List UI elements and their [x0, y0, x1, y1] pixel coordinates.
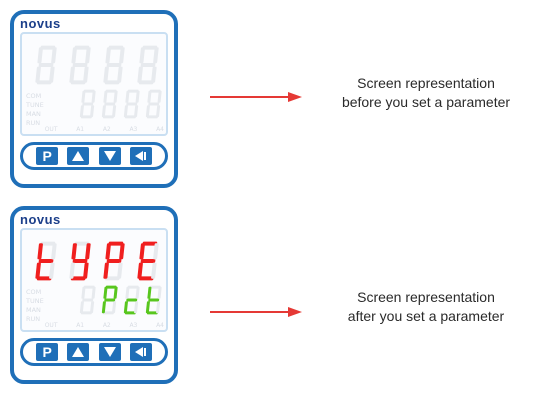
- caption-before: Screen representation before you set a p…: [322, 74, 530, 112]
- up-triangle-icon: [72, 151, 85, 161]
- seven-segment-digit: [145, 89, 162, 119]
- up-key-button[interactable]: [67, 343, 90, 361]
- indicator-a2: A2: [102, 126, 111, 133]
- caption-line-1: Screen representation: [357, 289, 495, 305]
- indicator-out: OUT: [44, 126, 58, 133]
- caption-after: Screen representation after you set a pa…: [322, 288, 530, 326]
- indicator-a1: A1: [76, 126, 85, 133]
- output-indicators: OUT A1 A2 A3 A4: [26, 126, 164, 133]
- seven-segment-digit: [69, 241, 91, 281]
- seven-segment-digit: [137, 45, 159, 85]
- display-screen: COM TUNE MAN RUN OUT A1 A2 A3 A4: [20, 32, 168, 136]
- down-key-button[interactable]: [98, 147, 121, 165]
- keypad: P: [20, 142, 168, 170]
- seven-segment-digit: [123, 89, 140, 119]
- brand-logo: novus: [20, 16, 61, 31]
- display-screen: COM TUNE MAN RUN OUT A1 A2 A3 A4: [20, 228, 168, 332]
- controller-panel-before: novus COM TUNE MAN RUN OUT A1 A2 A3 A4 P: [10, 10, 178, 188]
- seven-segment-digit: [35, 45, 57, 85]
- p-key-button[interactable]: P: [36, 343, 59, 361]
- indicator-a3: A3: [129, 322, 138, 329]
- seven-segment-digit: [123, 285, 140, 315]
- seven-segment-digit: [101, 89, 118, 119]
- down-triangle-icon: [103, 151, 116, 161]
- caption-line-1: Screen representation: [357, 75, 495, 91]
- indicator-a4: A4: [156, 322, 164, 329]
- p-key-label: P: [42, 344, 52, 360]
- up-triangle-icon: [72, 347, 85, 357]
- top-display: [30, 240, 162, 282]
- back-key-button[interactable]: [129, 147, 152, 165]
- seven-segment-digit: [35, 241, 57, 281]
- indicator-a4: A4: [156, 126, 164, 133]
- indicator-a2: A2: [102, 322, 111, 329]
- seven-segment-digit: [101, 285, 118, 315]
- seven-segment-digit: [103, 45, 125, 85]
- indicator-com: COM: [26, 92, 42, 100]
- right-arrow-icon: [210, 92, 302, 102]
- indicator-man: MAN: [26, 110, 41, 118]
- back-key-button[interactable]: [129, 343, 152, 361]
- indicator-man: MAN: [26, 306, 41, 314]
- p-key-button[interactable]: P: [36, 147, 59, 165]
- brand-logo: novus: [20, 212, 61, 227]
- down-triangle-icon: [103, 347, 116, 357]
- indicator-a3: A3: [129, 126, 138, 133]
- output-indicators: OUT A1 A2 A3 A4: [26, 322, 164, 329]
- seven-segment-digit: [79, 89, 96, 119]
- seven-segment-digit: [79, 285, 96, 315]
- bottom-display: [78, 284, 162, 316]
- indicator-tune: TUNE: [26, 297, 44, 305]
- seven-segment-digit: [145, 285, 162, 315]
- caption-line-2: after you set a parameter: [347, 308, 505, 324]
- back-arrow-icon: [134, 347, 146, 357]
- side-indicators: COM TUNE MAN RUN: [26, 92, 44, 128]
- indicator-com: COM: [26, 288, 42, 296]
- top-display: [30, 44, 162, 86]
- bottom-display: [78, 88, 162, 120]
- controller-panel-after: novus COM TUNE MAN RUN OUT A1 A2 A3 A4 P: [10, 206, 178, 384]
- side-indicators: COM TUNE MAN RUN: [26, 288, 44, 324]
- indicator-a1: A1: [76, 322, 85, 329]
- right-arrow-icon: [210, 307, 302, 317]
- seven-segment-digit: [137, 241, 159, 281]
- up-key-button[interactable]: [67, 147, 90, 165]
- indicator-tune: TUNE: [26, 101, 44, 109]
- back-arrow-icon: [134, 151, 146, 161]
- seven-segment-digit: [69, 45, 91, 85]
- caption-line-2: before you set a parameter: [341, 94, 511, 110]
- p-key-label: P: [42, 148, 52, 164]
- down-key-button[interactable]: [98, 343, 121, 361]
- seven-segment-digit: [103, 241, 125, 281]
- keypad: P: [20, 338, 168, 366]
- indicator-out: OUT: [44, 322, 58, 329]
